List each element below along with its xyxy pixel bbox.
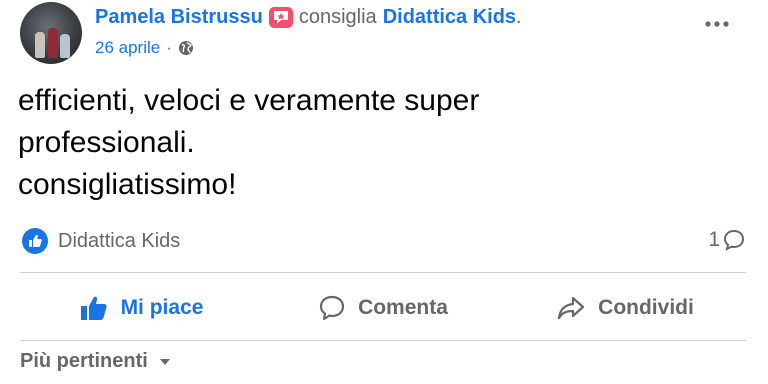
author-avatar[interactable] — [20, 2, 82, 64]
comment-button-label: Comenta — [358, 296, 448, 319]
thumbs-up-icon — [80, 296, 107, 320]
avatar-figure — [48, 28, 58, 58]
comment-bubble-icon — [723, 229, 745, 251]
post-text-line: professionali. — [18, 126, 195, 159]
like-button-label: Mi piace — [120, 296, 204, 319]
comments-count-value: 1 — [708, 228, 720, 251]
comments-count[interactable]: 1 — [708, 228, 746, 252]
divider — [20, 340, 746, 341]
chevron-down-icon — [159, 358, 170, 365]
avatar-figure — [60, 34, 70, 58]
more-options-icon[interactable] — [702, 14, 732, 34]
comment-icon — [319, 295, 345, 321]
post-meta: 26 aprile · — [95, 38, 194, 58]
globe-icon — [178, 41, 193, 55]
action-bar: Mi piace Comenta Condividi — [20, 286, 746, 330]
like-button[interactable]: Mi piace — [20, 294, 262, 322]
recommendation-icon — [268, 7, 293, 28]
header-punctuation: . — [516, 6, 522, 28]
meta-separator: · — [166, 38, 172, 57]
post-text-line: consigliatissimo! — [18, 168, 237, 201]
reactions-summary[interactable]: Didattica Kids — [22, 228, 180, 254]
share-button[interactable]: Condividi — [504, 294, 746, 322]
sort-label: Più pertinenti — [20, 350, 148, 372]
share-button-label: Condividi — [598, 296, 694, 319]
comment-sort-dropdown[interactable]: Più pertinenti — [20, 350, 172, 373]
author-name-link[interactable]: Pamela Bistrussu — [95, 6, 263, 29]
comment-button[interactable]: Comenta — [262, 294, 504, 322]
reactions-label: Didattica Kids — [58, 229, 181, 252]
post-date-link[interactable]: 26 aprile — [95, 38, 160, 58]
post-header: Pamela Bistrussu consiglia Didattica Kid… — [95, 6, 528, 29]
post-text-line: efficienti, veloci e veramente super — [18, 84, 480, 117]
like-icon — [22, 228, 48, 254]
recommend-verb: consiglia — [298, 6, 377, 28]
post-body: efficienti, veloci e veramente super pro… — [18, 80, 738, 206]
divider — [20, 272, 746, 273]
avatar-figure — [35, 32, 45, 58]
page-name-link[interactable]: Didattica Kids — [383, 6, 516, 29]
share-icon — [558, 296, 585, 320]
